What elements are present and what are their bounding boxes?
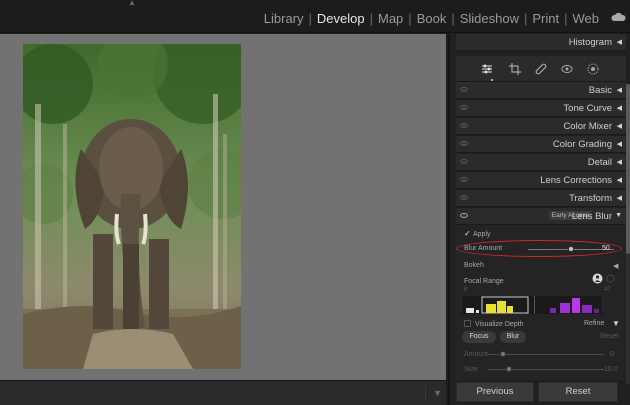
bokeh-label: Bokeh xyxy=(464,262,484,269)
lens-blur-content: ✓ Apply Blur Amount 50 Bokeh ◀ Focal Rang… xyxy=(456,225,626,380)
section-toggle-icon: ◀ xyxy=(616,87,622,94)
module-bar: ▲ Library | Develop | Map | Book | Slideshow… xyxy=(0,0,630,33)
module-develop[interactable]: Develop xyxy=(312,11,370,26)
module-web[interactable]: Web xyxy=(568,11,605,26)
focal-range-label: Focal Range xyxy=(464,278,504,285)
section-toggle-icon: ◀ xyxy=(616,39,622,46)
section-lens-corrections[interactable]: Lens Corrections ◀ xyxy=(456,172,626,189)
section-toggle-icon: ◀ xyxy=(616,105,622,112)
blur-amount-label: Blur Amount xyxy=(464,245,503,252)
section-basic[interactable]: Basic ◀ xyxy=(456,82,626,99)
section-transform[interactable]: Transform ◀ xyxy=(456,190,626,207)
section-lens-blur[interactable]: Early Access Lens Blur ▼ xyxy=(456,208,626,225)
visibility-icon[interactable] xyxy=(460,195,468,200)
blur-amount-knob[interactable] xyxy=(568,246,574,252)
bokeh-toggle-icon[interactable]: ◀ xyxy=(613,262,618,270)
focal-range-max: 47 xyxy=(604,287,611,293)
section-toggle-icon: ◀ xyxy=(616,141,622,148)
module-slideshow[interactable]: Slideshow xyxy=(455,11,524,26)
visibility-icon[interactable] xyxy=(460,141,468,146)
reset-button[interactable]: Reset xyxy=(538,382,618,402)
module-print[interactable]: Print xyxy=(527,11,564,26)
cloud-icon[interactable] xyxy=(610,12,626,22)
section-color-mixer[interactable]: Color Mixer ◀ xyxy=(456,118,626,135)
toolbar-dropdown-icon[interactable]: ▼ xyxy=(433,388,442,398)
panel-scrollbar[interactable] xyxy=(626,84,630,384)
amount-label: Amount xyxy=(464,351,489,358)
visibility-icon[interactable] xyxy=(460,177,468,182)
section-tone-curve[interactable]: Tone Curve ◀ xyxy=(456,100,626,117)
image-canvas[interactable] xyxy=(0,34,446,380)
section-toggle-icon: ◀ xyxy=(616,123,622,130)
amount-value: 0 xyxy=(610,351,614,358)
focus-button[interactable]: Focus xyxy=(462,331,496,343)
apply-checkbox[interactable]: ✓ Apply xyxy=(464,229,491,239)
visibility-icon[interactable] xyxy=(460,105,468,110)
develop-panel: Histogram ◀ Basic ◀ Tone Curve ◀ Color M… xyxy=(448,34,630,405)
section-histogram[interactable]: Histogram ◀ xyxy=(456,34,626,51)
module-map[interactable]: Map xyxy=(373,11,408,26)
amount-knob[interactable] xyxy=(500,351,506,357)
tool-strip xyxy=(456,56,626,82)
module-picker: Library | Develop | Map | Book | Slideshow | … xyxy=(259,11,604,26)
visibility-icon[interactable] xyxy=(460,123,468,128)
section-color-grading[interactable]: Color Grading ◀ xyxy=(456,136,626,153)
elephant-photo xyxy=(23,44,241,369)
red-eye-icon[interactable] xyxy=(560,62,574,76)
target-icon[interactable] xyxy=(606,274,615,283)
crop-icon[interactable] xyxy=(508,62,522,76)
size-knob[interactable] xyxy=(506,366,512,372)
section-histogram-label: Histogram xyxy=(568,37,612,48)
healing-icon[interactable] xyxy=(534,62,548,76)
toolbar-bottom: ▼ xyxy=(0,380,446,405)
focal-range-histogram[interactable] xyxy=(462,296,602,314)
section-toggle-icon: ◀ xyxy=(616,195,622,202)
focus-picker-icon[interactable] xyxy=(592,273,603,284)
collapse-top-icon[interactable]: ▲ xyxy=(128,0,136,7)
visibility-icon[interactable] xyxy=(460,159,468,164)
module-book[interactable]: Book xyxy=(412,11,452,26)
visualize-depth-checkbox[interactable]: Visualize Depth xyxy=(464,320,524,328)
size-label: Size xyxy=(464,366,478,373)
section-toggle-icon: ▼ xyxy=(615,212,622,219)
module-library[interactable]: Library xyxy=(259,11,309,26)
size-value: 10.0 xyxy=(604,366,618,373)
refine-label[interactable]: Refine xyxy=(584,320,604,327)
section-detail[interactable]: Detail ◀ xyxy=(456,154,626,171)
previous-button[interactable]: Previous xyxy=(456,382,534,402)
visibility-icon[interactable] xyxy=(460,213,468,218)
blur-button[interactable]: Blur xyxy=(500,331,526,343)
focal-range-min: 8 xyxy=(464,287,468,293)
section-toggle-icon: ◀ xyxy=(616,159,622,166)
refine-toggle-icon[interactable]: ▼ xyxy=(612,319,620,328)
refine-reset-button[interactable]: Reset xyxy=(600,333,618,340)
blur-amount-value[interactable]: 50 xyxy=(602,245,610,252)
section-toggle-icon: ◀ xyxy=(616,177,622,184)
checkmark-icon: ✓ xyxy=(464,229,471,238)
visibility-icon[interactable] xyxy=(460,87,468,92)
masking-icon[interactable] xyxy=(586,62,600,76)
edit-sliders-icon[interactable] xyxy=(480,62,494,76)
